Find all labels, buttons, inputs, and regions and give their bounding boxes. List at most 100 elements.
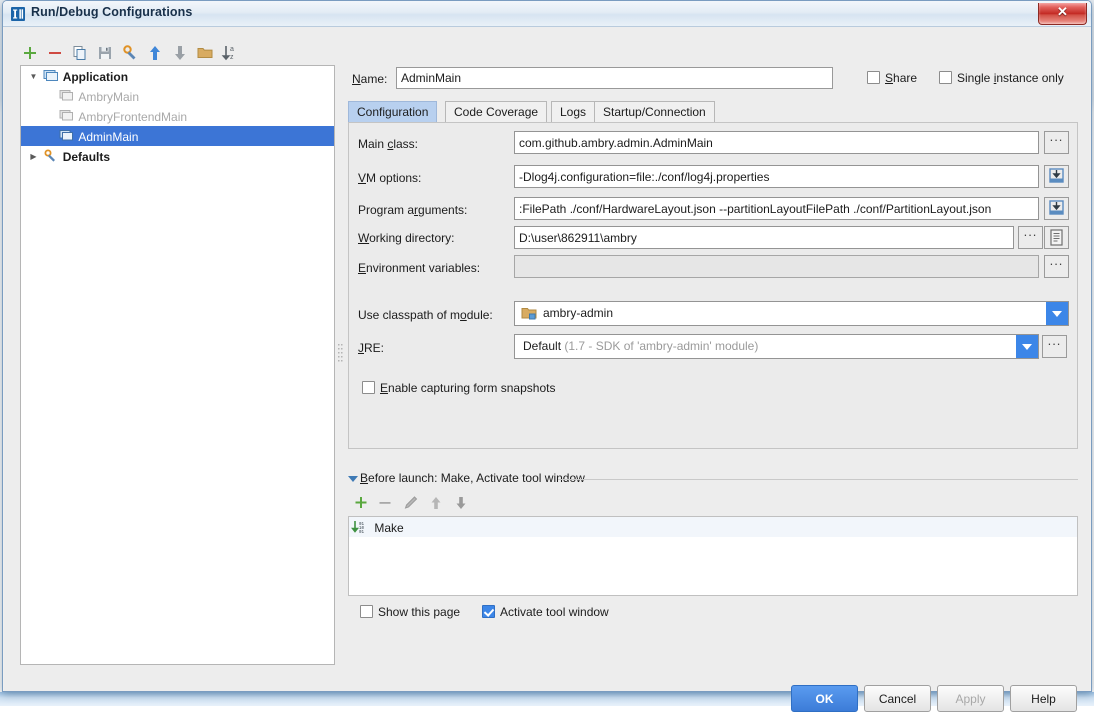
make-compile-icon: 01 10 01 [351, 520, 371, 534]
remove-task-button[interactable] [374, 492, 396, 514]
working-directory-macros-button[interactable] [1044, 226, 1069, 249]
tree-node-label: Application [63, 70, 128, 84]
form-snapshots-label: nable capturing form snapshots [388, 381, 555, 395]
ellipsis-icon: ... [1019, 224, 1042, 239]
show-this-page-label: Show this page [378, 605, 460, 619]
create-folder-button[interactable] [195, 43, 215, 63]
classpath-module-value: ambry-admin [543, 306, 613, 320]
tree-node-adminmain[interactable]: AdminMain [21, 126, 334, 146]
move-up-button[interactable] [145, 43, 165, 63]
before-launch-task-list[interactable]: 01 10 01 Make [348, 516, 1078, 596]
show-this-page-checkbox-box[interactable] [360, 605, 373, 618]
edit-defaults-button[interactable] [120, 43, 140, 63]
share-label: hare [893, 71, 917, 85]
jre-browse-button[interactable]: ... [1042, 335, 1067, 358]
before-launch-collapse-triangle[interactable] [348, 476, 358, 482]
jre-label: JRE: [358, 341, 384, 355]
tab-startup-connection[interactable]: Startup/Connection [594, 101, 715, 123]
tree-node-ambrymain[interactable]: AmbryMain [21, 86, 334, 106]
add-task-button[interactable] [350, 492, 372, 514]
program-arguments-expand-button[interactable] [1044, 197, 1069, 220]
before-launch-task-make[interactable]: 01 10 01 Make [349, 517, 1077, 537]
working-directory-browse-button[interactable]: ... [1018, 226, 1043, 249]
jre-combo[interactable]: Default (1.7 - SDK of 'ambry-admin' modu… [514, 334, 1039, 359]
close-icon: ✕ [1039, 4, 1086, 20]
macros-list-icon [1045, 227, 1068, 248]
main-class-input[interactable] [514, 131, 1039, 154]
single-instance-checkbox-box[interactable] [939, 71, 952, 84]
configuration-tabs: Configuration Code Coverage Logs Startup… [348, 101, 1078, 123]
jre-value-secondary: (1.7 - SDK of 'ambry-admin' module) [564, 339, 758, 353]
activate-tool-window-checkbox-box[interactable] [482, 605, 495, 618]
before-launch-mnemonic: B [360, 471, 368, 485]
single-instance-checkbox[interactable]: Single instance only [939, 71, 1064, 85]
dialog-titlebar: Run/Debug Configurations ✕ [3, 1, 1091, 27]
tree-node-ambryfrontendmain[interactable]: AmbryFrontendMain [21, 106, 334, 126]
svg-text:a: a [230, 46, 234, 53]
main-class-browse-button[interactable]: ... [1044, 131, 1069, 154]
cancel-button[interactable]: Cancel [864, 685, 931, 712]
sort-alphabetically-button[interactable]: a z [220, 43, 240, 63]
share-checkbox[interactable]: Share [867, 71, 917, 85]
tree-node-label: AmbryFrontendMain [78, 110, 187, 124]
before-launch-title: Before launch: Make, Activate tool windo… [360, 471, 585, 485]
vm-options-label: VM options: [358, 171, 421, 185]
ok-button[interactable]: OK [791, 685, 858, 712]
tree-node-defaults[interactable]: ▶ Defaults [21, 146, 334, 166]
single-instance-label: Single instance only [957, 71, 1064, 85]
application-group-icon [43, 69, 59, 82]
move-down-button[interactable] [170, 43, 190, 63]
activate-tool-window-label: Activate tool window [500, 605, 609, 619]
tab-logs[interactable]: Logs [551, 101, 595, 123]
vm-options-expand-button[interactable] [1044, 165, 1069, 188]
move-task-up-button[interactable] [425, 492, 447, 514]
working-directory-input[interactable] [514, 226, 1014, 249]
jre-value-primary: Default [523, 339, 561, 353]
apply-button[interactable]: Apply [937, 685, 1004, 712]
name-label: Name: [352, 72, 387, 86]
help-button[interactable]: Help [1010, 685, 1077, 712]
program-arguments-input[interactable] [514, 197, 1039, 220]
classpath-module-label: Use classpath of module: [358, 308, 493, 322]
jre-dropdown-arrow[interactable] [1016, 335, 1038, 358]
copy-configuration-button[interactable] [70, 43, 90, 63]
environment-variables-browse-button[interactable]: ... [1044, 255, 1069, 278]
dialog-title: Run/Debug Configurations [31, 5, 192, 19]
splitter-handle[interactable] [338, 342, 343, 364]
environment-variables-label: Environment variables: [358, 261, 480, 275]
activate-tool-window-checkbox[interactable]: Activate tool window [482, 605, 609, 619]
share-checkbox-box[interactable] [867, 71, 880, 84]
configurations-toolbar: a z [20, 41, 335, 65]
save-configuration-button[interactable] [95, 43, 115, 63]
svg-text:z: z [230, 54, 234, 61]
expander-collapsed-icon[interactable]: ▶ [27, 147, 40, 167]
edit-task-button[interactable] [400, 492, 422, 514]
form-snapshots-checkbox-box[interactable] [362, 381, 375, 394]
tree-node-label: Defaults [63, 150, 110, 164]
classpath-module-dropdown-arrow[interactable] [1046, 302, 1068, 325]
expand-editor-icon [1045, 198, 1068, 219]
ellipsis-icon: ... [1043, 333, 1066, 348]
expander-expanded-icon[interactable]: ▼ [27, 67, 40, 87]
ellipsis-icon: ... [1045, 253, 1068, 268]
expand-editor-icon [1045, 166, 1068, 187]
remove-configuration-button[interactable] [45, 43, 65, 63]
vm-options-input[interactable] [514, 165, 1039, 188]
tree-node-label: AdminMain [78, 130, 138, 144]
dialog-client-area: a z ▼ Application AmbryMain [4, 27, 1090, 691]
classpath-module-combo[interactable]: ambry-admin [514, 301, 1069, 326]
move-task-down-button[interactable] [450, 492, 472, 514]
program-arguments-label: Program arguments: [358, 203, 467, 217]
show-this-page-checkbox[interactable]: Show this page [360, 605, 460, 619]
name-input[interactable] [396, 67, 833, 89]
close-button[interactable]: ✕ [1038, 3, 1087, 25]
configurations-tree[interactable]: ▼ Application AmbryMain Am [20, 65, 335, 665]
environment-variables-input[interactable] [514, 255, 1039, 278]
tab-code-coverage[interactable]: Code Coverage [445, 101, 547, 123]
tab-configuration[interactable]: Configuration [348, 101, 437, 123]
form-snapshots-checkbox[interactable]: Enable capturing form snapshots [362, 381, 555, 395]
application-icon [59, 129, 75, 142]
working-directory-label: Working directory: [358, 231, 454, 245]
tree-node-application[interactable]: ▼ Application [21, 66, 334, 86]
add-configuration-button[interactable] [20, 43, 40, 63]
